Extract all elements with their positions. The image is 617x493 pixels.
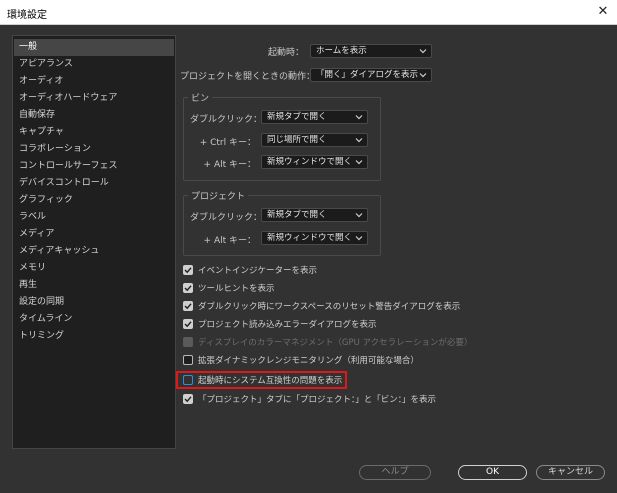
checkmark-icon	[184, 267, 192, 274]
sidebar-item-device-control[interactable]: デバイスコントロール	[14, 175, 174, 192]
project-group-title: プロジェクト	[188, 189, 249, 202]
sidebar-item-capture[interactable]: キャプチャ	[14, 124, 174, 141]
hdr-monitoring-label: 拡張ダイナミックレンジモニタリング（利用可能な場合）	[198, 356, 419, 366]
bin-ctrl-value: 同じ場所で開く	[267, 135, 327, 145]
checkmark-icon	[184, 303, 192, 310]
checkmark-icon	[184, 396, 192, 403]
sidebar-item-general[interactable]: 一般	[14, 39, 174, 56]
preferences-dialog: 一般 アピアランス オーディオ オーディオハードウェア 自動保存 キャプチャ コ…	[0, 25, 617, 493]
show-tooltips-label: ツールヒントを表示	[198, 284, 275, 294]
bin-alt-select[interactable]: 新規ウィンドウで開く	[261, 155, 368, 169]
startup-select[interactable]: ホームを表示	[310, 44, 432, 58]
ok-button[interactable]: OK	[458, 465, 527, 480]
chevron-down-icon	[419, 73, 427, 78]
category-list[interactable]: 一般 アピアランス オーディオ オーディオハードウェア 自動保存 キャプチャ コ…	[12, 35, 176, 449]
show-tooltips-checkbox[interactable]	[183, 283, 193, 293]
bin-group-title: ビン	[188, 91, 213, 104]
sidebar-item-sync-settings[interactable]: 設定の同期	[14, 294, 174, 311]
chevron-down-icon	[419, 49, 427, 54]
open-project-value: 「開く」ダイアログを表示	[316, 70, 419, 80]
sidebar-item-playback[interactable]: 再生	[14, 277, 174, 294]
chevron-down-icon	[355, 138, 363, 143]
sidebar-item-appearance[interactable]: アピアランス	[14, 56, 174, 73]
sidebar-item-collaboration[interactable]: コラボレーション	[14, 141, 174, 158]
chevron-down-icon	[355, 115, 363, 120]
sidebar-item-audio[interactable]: オーディオ	[14, 73, 174, 90]
show-project-bin-prefix-checkbox[interactable]	[183, 394, 193, 404]
bin-double-click-select[interactable]: 新規タブで開く	[261, 110, 368, 124]
bin-ctrl-select[interactable]: 同じ場所で開く	[261, 133, 368, 147]
project-double-click-select[interactable]: 新規タブで開く	[261, 208, 368, 222]
close-icon[interactable]: ✕	[589, 0, 617, 24]
project-alt-label: + Alt キー：	[203, 236, 256, 246]
sidebar-item-labels[interactable]: ラベル	[14, 209, 174, 226]
help-button[interactable]: ヘルプ	[359, 465, 431, 480]
sidebar-item-media[interactable]: メディア	[14, 226, 174, 243]
bin-double-click-value: 新規タブで開く	[267, 112, 327, 122]
checkmark-icon	[184, 285, 192, 292]
highlight-box	[176, 371, 347, 389]
project-double-click-value: 新規タブで開く	[267, 210, 327, 220]
workspace-reset-warning-checkbox[interactable]	[183, 301, 193, 311]
hdr-monitoring-checkbox[interactable]	[183, 355, 193, 365]
show-event-indicators-label: イベントインジケーターを表示	[198, 266, 318, 276]
sidebar-item-autosave[interactable]: 自動保存	[14, 107, 174, 124]
workspace-reset-warning-label: ダブルクリック時にワークスペースのリセット警告ダイアログを表示	[198, 302, 461, 312]
project-alt-select[interactable]: 新規ウィンドウで開く	[261, 231, 368, 245]
open-project-label: プロジェクトを開くときの動作：	[180, 72, 316, 82]
sidebar-item-trimming[interactable]: トリミング	[14, 328, 174, 345]
project-load-error-checkbox[interactable]	[183, 319, 193, 329]
bin-double-click-label: ダブルクリック：	[190, 115, 263, 125]
startup-value: ホームを表示	[316, 46, 367, 56]
sidebar-item-audio-hardware[interactable]: オーディオハードウェア	[14, 90, 174, 107]
project-double-click-label: ダブルクリック：	[190, 213, 263, 223]
cancel-button[interactable]: キャンセル	[536, 465, 605, 480]
chevron-down-icon	[355, 213, 363, 218]
sidebar-item-media-cache[interactable]: メディアキャッシュ	[14, 243, 174, 260]
bin-alt-label: + Alt キー：	[203, 160, 256, 170]
bin-alt-value: 新規ウィンドウで開く	[267, 157, 353, 167]
show-event-indicators-checkbox[interactable]	[183, 265, 193, 275]
project-alt-value: 新規ウィンドウで開く	[267, 233, 353, 243]
project-group	[183, 195, 381, 256]
display-color-management-label: ディスプレイのカラーマネジメント（GPU アクセラレーションが必要）	[198, 338, 473, 348]
sidebar-item-timeline[interactable]: タイムライン	[14, 311, 174, 328]
sidebar-item-graphics[interactable]: グラフィック	[14, 192, 174, 209]
checkmark-icon	[184, 321, 192, 328]
window-title: 環境設定	[7, 10, 47, 21]
sidebar-item-memory[interactable]: メモリ	[14, 260, 174, 277]
sidebar-item-control-surface[interactable]: コントロールサーフェス	[14, 158, 174, 175]
show-project-bin-prefix-label: 「プロジェクト」タブに「プロジェクト：」と「ビン：」を表示	[198, 395, 437, 405]
chevron-down-icon	[355, 160, 363, 165]
title-bar: 環境設定 ✕	[0, 0, 617, 25]
bin-ctrl-label: + Ctrl キー：	[199, 138, 256, 148]
startup-label: 起動時：	[267, 48, 304, 58]
open-project-select[interactable]: 「開く」ダイアログを表示	[310, 68, 432, 82]
chevron-down-icon	[355, 236, 363, 241]
display-color-management-checkbox	[183, 337, 193, 347]
project-load-error-label: プロジェクト読み込みエラーダイアログを表示	[198, 320, 377, 330]
